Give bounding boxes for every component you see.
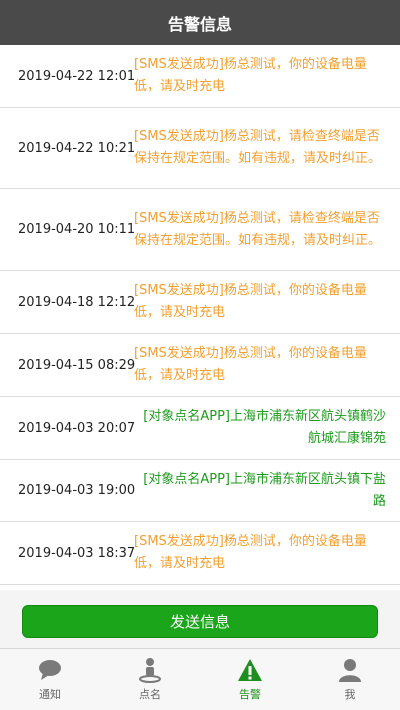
alert-message: [SMS发送成功]杨总测试，请检查终端是否保持在规定范围。如有违规，请及时纠正。 (134, 129, 382, 166)
alert-time: 2019-04-03 20:07 (18, 420, 136, 436)
alert-time: 2019-04-03 19:00 (18, 483, 136, 498)
alert-row[interactable]: 2019-04-15 08:29 [SMS发送成功]杨总测试，你的设备电量低，请… (0, 334, 400, 397)
send-message-button[interactable]: 发送信息 (22, 605, 378, 638)
alert-message: [SMS发送成功]杨总测试，你的设备电量低，请及时充电 (134, 346, 367, 383)
alert-time: 2019-04-20 10:11 (18, 222, 136, 237)
tab-label: 我 (344, 688, 356, 701)
tab-me[interactable]: 我 (300, 649, 400, 710)
chat-bubble-icon (39, 660, 61, 680)
tab-label: 点名 (139, 688, 161, 701)
alert-row[interactable]: 2019-04-18 12:12 [SMS发送成功]杨总测试，你的设备电量低，请… (0, 271, 400, 334)
tab-label: 告警 (239, 688, 261, 701)
person-pin-icon (139, 658, 161, 683)
alert-row[interactable]: 2019-04-03 18:37 [SMS发送成功]杨总测试，你的设备电量低，请… (0, 522, 400, 585)
tab-rollcall[interactable]: 点名 (100, 649, 200, 710)
alert-row[interactable]: 2019-04-22 10:21 [SMS发送成功]杨总测试，请检查终端是否保持… (0, 108, 400, 189)
user-icon (339, 659, 361, 682)
alert-row[interactable]: 2019-04-03 20:07 [对象点名APP]上海市浦东新区航头镇鹤沙航城… (0, 397, 400, 460)
tab-label: 通知 (39, 688, 61, 701)
alert-row[interactable]: 2019-04-03 19:00 [对象点名APP]上海市浦东新区航头镇下盐路 (0, 460, 400, 522)
page-header: 告警信息 (0, 0, 400, 45)
alert-time: 2019-04-15 08:29 (18, 357, 136, 373)
alert-time: 2019-04-18 12:12 (18, 294, 136, 310)
alert-time: 2019-04-22 10:21 (18, 140, 136, 156)
page-title: 告警信息 (167, 14, 232, 34)
tab-notice[interactable]: 通知 (0, 649, 100, 710)
tab-alarm[interactable]: 告警 (200, 649, 300, 710)
alert-row[interactable]: 2019-04-22 12:01 [SMS发送成功]杨总测试，你的设备电量低，请… (0, 45, 400, 108)
alert-message: [SMS发送成功]杨总测试，你的设备电量低，请及时充电 (134, 57, 367, 94)
alert-message: [SMS发送成功]杨总测试，请检查终端是否保持在规定范围。如有违规，请及时纠正。 (134, 210, 382, 248)
alert-message: [SMS发送成功]杨总测试，你的设备电量低，请及时充电 (134, 534, 367, 571)
send-area: 发送信息 (0, 590, 400, 648)
tab-bar: 通知 点名 告警 我 (0, 648, 400, 710)
alert-list[interactable]: 2019-04-22 12:01 [SMS发送成功]杨总测试，你的设备电量低，请… (0, 45, 400, 590)
alert-message: [对象点名APP]上海市浦东新区航头镇鹤沙航城汇康锦苑 (143, 409, 386, 446)
alert-time: 2019-04-22 12:01 (18, 68, 136, 84)
alert-time: 2019-04-03 18:37 (18, 545, 136, 561)
alert-message: [SMS发送成功]杨总测试，你的设备电量低，请及时充电 (134, 283, 367, 320)
send-message-label: 发送信息 (169, 613, 230, 631)
warning-icon (238, 659, 262, 681)
alert-message: [对象点名APP]上海市浦东新区航头镇下盐路 (143, 471, 386, 509)
alert-row[interactable]: 2019-04-20 10:11 [SMS发送成功]杨总测试，请检查终端是否保持… (0, 189, 400, 271)
